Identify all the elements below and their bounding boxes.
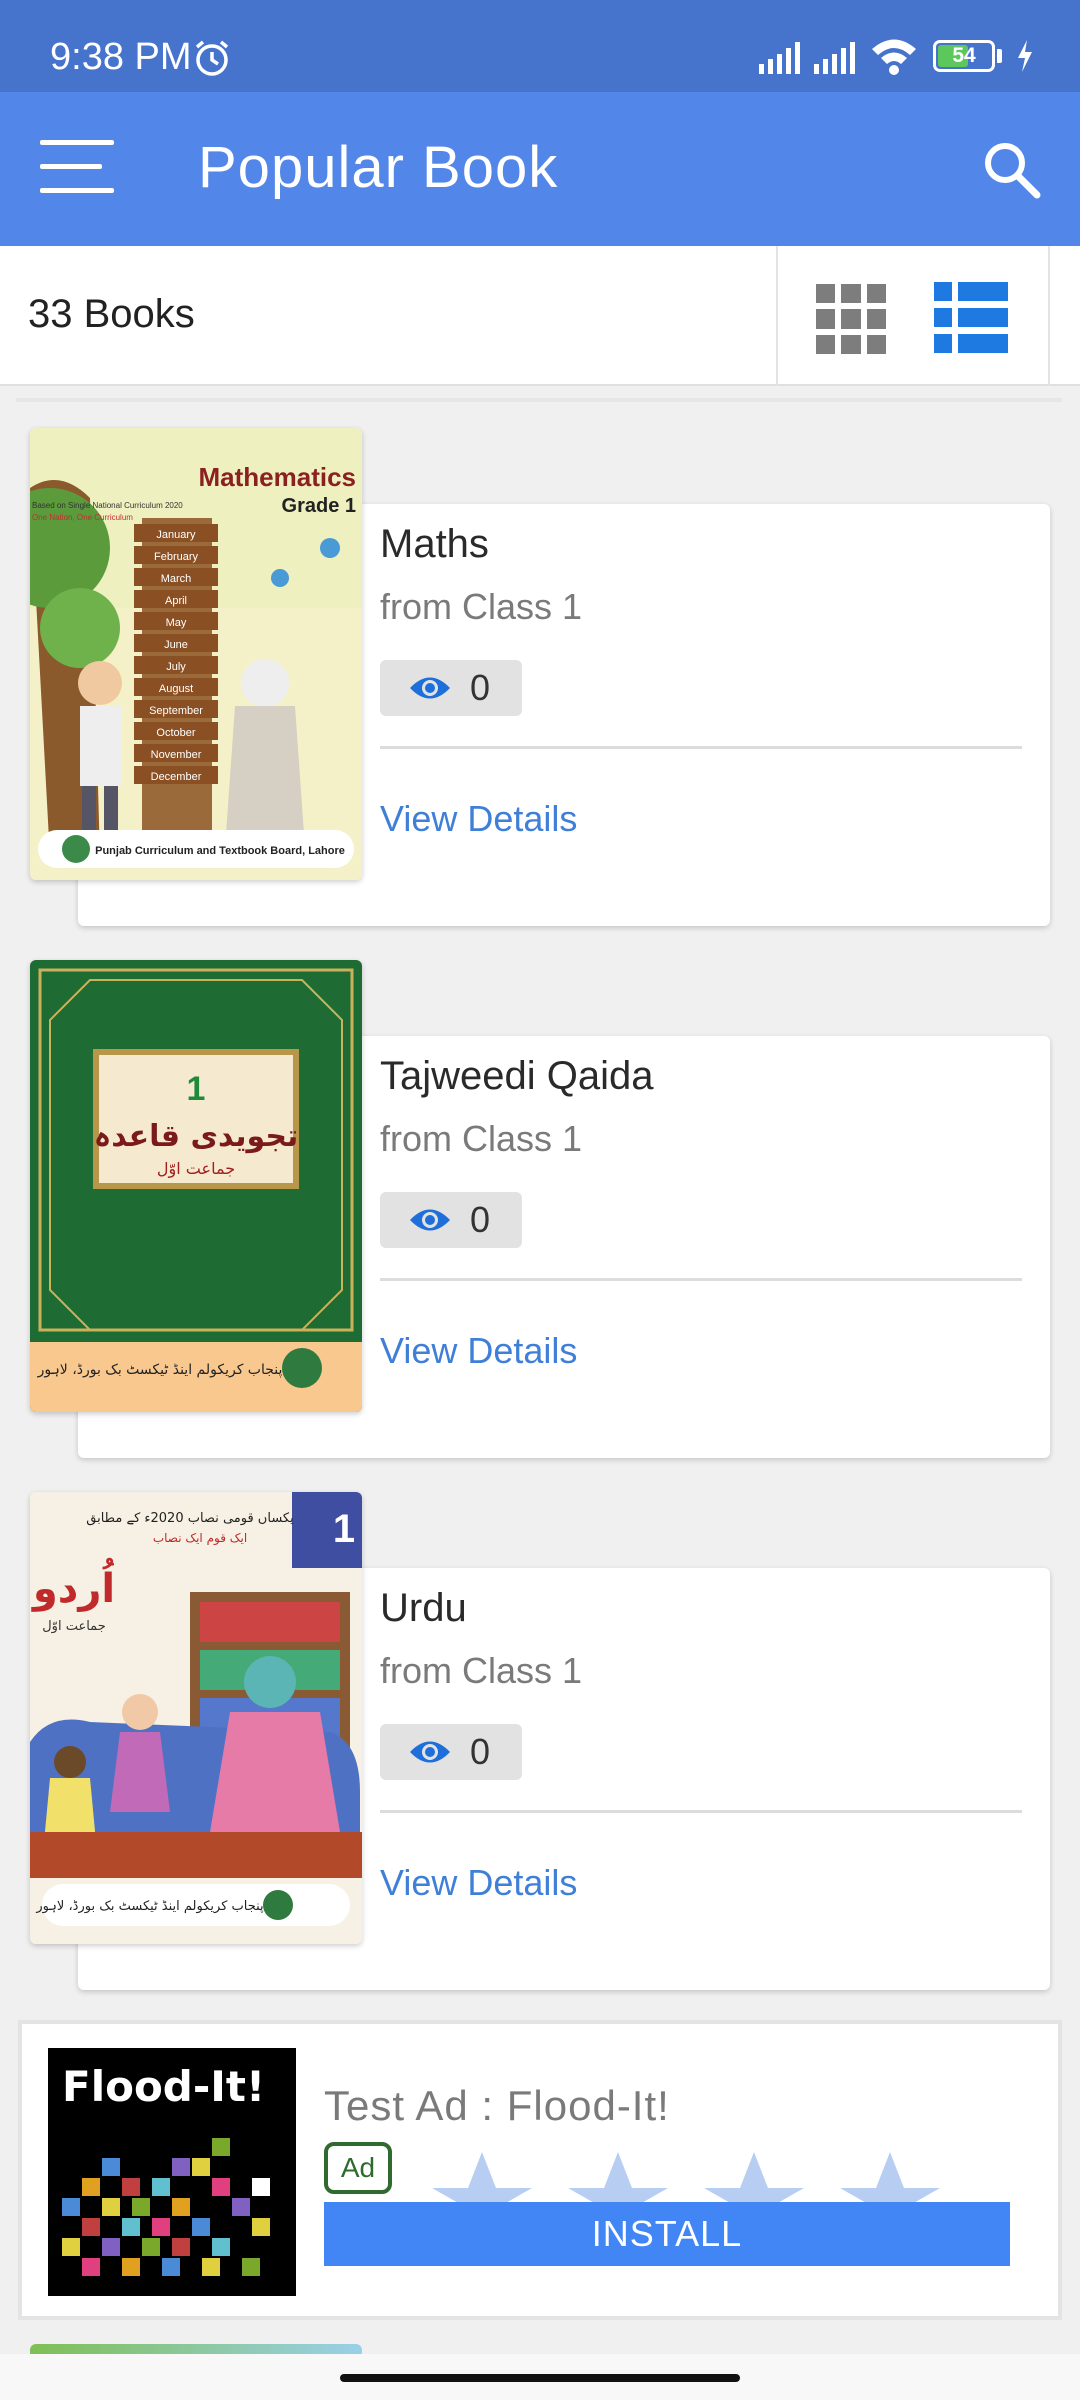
cover-month: May bbox=[166, 617, 187, 629]
battery-level: 54 bbox=[952, 44, 976, 67]
book-cover-image[interactable]: January February March April May June Ju… bbox=[30, 428, 362, 880]
page-title: Popular Book bbox=[198, 135, 559, 200]
grid-view-icon[interactable] bbox=[816, 284, 886, 354]
menu-icon[interactable] bbox=[40, 140, 114, 198]
cover-number: 1 bbox=[333, 1507, 355, 1551]
list-item[interactable]: January February March April May June Ju… bbox=[0, 428, 1080, 928]
cover-heading: Mathematics bbox=[199, 462, 357, 492]
ad-image-title: Flood-It! bbox=[62, 2062, 266, 2111]
cover-month: January bbox=[156, 529, 196, 541]
divider bbox=[16, 398, 1062, 402]
alarm-icon bbox=[195, 40, 229, 76]
book-class: from Class 1 bbox=[380, 1118, 583, 1159]
charging-icon bbox=[1018, 40, 1032, 72]
ad-badge: Ad bbox=[324, 2142, 392, 2194]
cover-number: 1 bbox=[187, 1070, 206, 1108]
divider bbox=[1048, 246, 1050, 386]
cover-note: ایک قوم ایک نصاب bbox=[153, 1531, 247, 1546]
app-bar: Popular Book bbox=[0, 92, 1080, 246]
view-details-link[interactable]: View Details bbox=[380, 798, 577, 840]
search-icon[interactable] bbox=[980, 138, 1042, 200]
cover-month: September bbox=[149, 705, 203, 717]
cover-subheading: جماعت اوّل bbox=[42, 1619, 106, 1634]
book-title: Maths bbox=[380, 522, 489, 566]
views-count: 0 bbox=[470, 667, 491, 708]
book-class: from Class 1 bbox=[380, 586, 583, 627]
divider bbox=[776, 246, 778, 386]
home-gesture-bar[interactable] bbox=[340, 2374, 740, 2382]
cover-month: August bbox=[159, 683, 193, 695]
cover-month: July bbox=[166, 661, 186, 673]
eye-icon bbox=[410, 677, 450, 699]
rating-stars bbox=[432, 2152, 940, 2204]
eye-icon bbox=[410, 1209, 450, 1231]
list-view-icon[interactable] bbox=[934, 282, 1008, 354]
book-class: from Class 1 bbox=[380, 1650, 583, 1691]
ad-title[interactable]: Test Ad : Flood-It! bbox=[324, 2082, 670, 2130]
eye-icon bbox=[410, 1741, 450, 1763]
ad-app-icon[interactable]: Flood-It! bbox=[48, 2048, 296, 2296]
signal-icon bbox=[814, 38, 855, 74]
cover-subheading: Grade 1 bbox=[282, 495, 356, 517]
divider bbox=[380, 1810, 1022, 1813]
cover-month: October bbox=[156, 727, 195, 739]
cover-heading: اُردو bbox=[31, 1557, 115, 1612]
cover-month: April bbox=[165, 595, 187, 607]
views-count: 0 bbox=[470, 1199, 491, 1240]
status-time: 9:38 PM bbox=[50, 36, 192, 78]
view-details-link[interactable]: View Details bbox=[380, 1330, 577, 1372]
cover-heading: تجویدی قاعدہ bbox=[94, 1119, 299, 1154]
status-icons: 54 bbox=[759, 34, 1034, 78]
signal-icon bbox=[759, 38, 800, 74]
battery-tip bbox=[997, 49, 1002, 63]
view-details-link[interactable]: View Details bbox=[380, 1862, 577, 1904]
cover-month: February bbox=[154, 551, 199, 563]
status-bar: 9:38 PM 54 bbox=[0, 0, 1080, 92]
ad-pixel-art bbox=[62, 2138, 270, 2276]
views-badge: 0 bbox=[380, 1724, 522, 1780]
cover-month: March bbox=[161, 573, 192, 585]
wifi-icon bbox=[872, 39, 916, 75]
cover-month: December bbox=[151, 771, 202, 783]
battery-icon: 54 bbox=[933, 40, 995, 72]
cover-note: One Nation, One Curriculum bbox=[32, 513, 133, 522]
cover-publisher: پنجاب کریکولم اینڈ ٹیکسٹ بک بورڈ، لاہور bbox=[37, 1362, 283, 1378]
view-toolbar: 33 Books bbox=[0, 246, 1080, 386]
cover-month: June bbox=[164, 639, 188, 651]
cover-note: یکساں قومی نصاب 2020ء کے مطابق bbox=[86, 1511, 294, 1526]
list-item[interactable]: 1 تجویدی قاعدہ جماعت اوّل پنجاب کریکولم … bbox=[0, 960, 1080, 1460]
cover-month: November bbox=[151, 749, 202, 761]
views-badge: 0 bbox=[380, 660, 522, 716]
list-item[interactable]: 1 یکساں قومی نصاب 2020ء کے مطابق ایک قوم… bbox=[0, 1492, 1080, 1992]
views-badge: 0 bbox=[380, 1192, 522, 1248]
cover-subheading: جماعت اوّل bbox=[157, 1159, 235, 1179]
views-count: 0 bbox=[470, 1731, 491, 1772]
book-count: 33 Books bbox=[28, 292, 195, 336]
ad-banner[interactable]: Flood-It! Test Ad: Flood-It! Ad INSTALL bbox=[18, 2020, 1062, 2320]
cover-publisher: Punjab Curriculum and Textbook Board, La… bbox=[95, 845, 345, 857]
install-button[interactable]: INSTALL bbox=[324, 2202, 1010, 2266]
book-title: Tajweedi Qaida bbox=[380, 1054, 654, 1098]
divider bbox=[380, 1278, 1022, 1281]
book-cover-image[interactable]: 1 یکساں قومی نصاب 2020ء کے مطابق ایک قوم… bbox=[30, 1492, 362, 1944]
book-title: Urdu bbox=[380, 1586, 467, 1630]
divider bbox=[380, 746, 1022, 749]
cover-publisher: پنجاب کریکولم اینڈ ٹیکسٹ بک بورڈ، لاہور bbox=[35, 1899, 264, 1914]
book-cover-image[interactable]: 1 تجویدی قاعدہ جماعت اوّل پنجاب کریکولم … bbox=[30, 960, 362, 1412]
cover-note: Based on Single National Curriculum 2020 bbox=[32, 501, 183, 510]
